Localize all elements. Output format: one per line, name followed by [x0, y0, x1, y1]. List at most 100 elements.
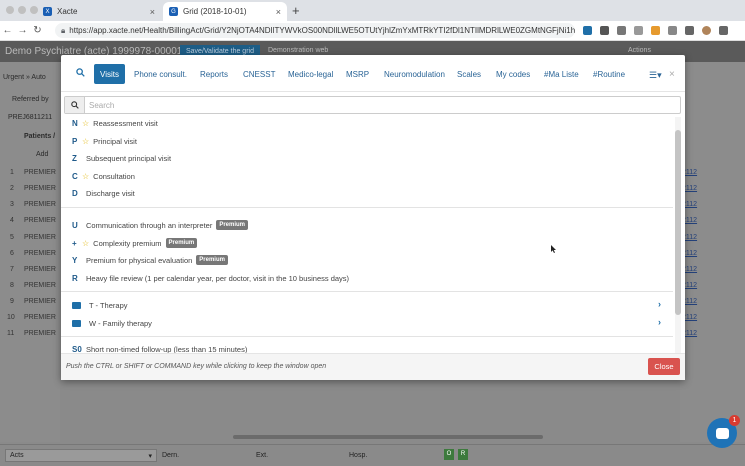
tab-visits[interactable]: Visits	[94, 64, 125, 84]
back-arrow-icon[interactable]: ←	[0, 25, 15, 36]
row-number: 8	[10, 282, 14, 289]
list-item[interactable]: D Discharge visit	[72, 187, 135, 199]
new-tab-icon[interactable]: +	[292, 3, 300, 18]
window-minimize-dot[interactable]	[18, 6, 26, 14]
table-row[interactable]: PREMIER	[24, 266, 56, 273]
search-addon	[65, 97, 85, 113]
table-row[interactable]: PREMIER	[24, 250, 56, 257]
tab-routine[interactable]: #Routine	[587, 64, 631, 84]
list-item[interactable]: U Communication through an interpreter P…	[72, 219, 249, 231]
folder-item-family-therapy[interactable]: W - Family therapy	[72, 317, 152, 329]
extension-icon[interactable]	[617, 26, 626, 35]
profile-avatar[interactable]	[702, 26, 711, 35]
list-item[interactable]: R Heavy file review (1 per calendar year…	[72, 272, 349, 284]
table-row[interactable]: PREMIER	[24, 169, 56, 176]
address-bar[interactable]: 🔒︎ https://app.xacte.net/Health/BillingA…	[55, 23, 575, 38]
table-row[interactable]: PREMIER	[24, 234, 56, 241]
demo-web-link[interactable]: Demonstration web	[268, 47, 328, 54]
extension-icon[interactable]	[583, 26, 592, 35]
add-link[interactable]: Add	[36, 151, 48, 158]
act-code: Z	[72, 153, 77, 163]
search-icon[interactable]	[76, 68, 85, 77]
modal-footer: Push the CTRL or SHIFT or COMMAND key wh…	[61, 353, 685, 380]
star-icon[interactable]: ☆	[82, 119, 89, 128]
table-row[interactable]: PREMIER	[24, 201, 56, 208]
tab-close-icon[interactable]: ×	[276, 7, 281, 17]
tab-ma-liste[interactable]: #Ma Liste	[538, 64, 585, 84]
star-icon[interactable]: ☆	[82, 172, 89, 181]
r-toggle[interactable]: R	[458, 449, 468, 460]
table-row[interactable]: PREMIER	[24, 282, 56, 289]
extension-icon[interactable]	[634, 26, 643, 35]
browser-tab-xacte[interactable]: X Xacte ×	[37, 2, 161, 21]
tab-close-icon[interactable]: ×	[150, 7, 155, 17]
rss-icon[interactable]	[651, 26, 660, 35]
list-item[interactable]: S0 Short non-timed follow-up (less than …	[72, 343, 247, 354]
star-icon[interactable]: ☆	[82, 239, 89, 248]
browser-tab-bar: X Xacte × G Grid (2018-10-01) × +	[0, 0, 745, 21]
mouse-cursor-icon	[551, 245, 556, 253]
act-code: P	[72, 136, 78, 146]
search-icon	[71, 101, 79, 109]
horizontal-scrollbar[interactable]	[233, 435, 543, 439]
table-row[interactable]: PREMIER	[24, 298, 56, 305]
tab-neuromodulation[interactable]: Neuromodulation	[378, 64, 451, 84]
hosp-label: Hosp.	[349, 452, 368, 459]
star-icon[interactable]: ☆	[82, 137, 89, 146]
vertical-scrollbar-thumb[interactable]	[675, 130, 681, 315]
modal-close-icon[interactable]: ×	[669, 69, 675, 80]
table-row[interactable]: PREMIER	[24, 217, 56, 224]
referred-by-link[interactable]: Referred by	[12, 96, 49, 103]
act-label: Communication through an interpreter	[86, 220, 213, 230]
window-close-dot[interactable]	[6, 6, 14, 14]
list-menu-icon[interactable]: ☰▾	[649, 70, 662, 81]
list-item[interactable]: C ☆ Consultation	[72, 170, 135, 182]
extension-icon[interactable]	[668, 26, 677, 35]
act-code: C	[72, 171, 78, 181]
tab-msrp[interactable]: MSRP	[340, 64, 375, 84]
row-number: 10	[7, 314, 15, 321]
caret-down-icon: ▾	[148, 453, 152, 460]
row-number: 9	[10, 298, 14, 305]
act-list: N ☆ Reassessment visit P ☆ Principal vis…	[61, 117, 673, 353]
tab-cnesst[interactable]: CNESST	[237, 64, 281, 84]
menu-dots-icon[interactable]	[719, 26, 728, 35]
close-button[interactable]: Close	[648, 358, 680, 375]
table-row[interactable]: PREMIER	[24, 330, 56, 337]
list-item[interactable]: P ☆ Principal visit	[72, 135, 137, 147]
folder-item-therapy[interactable]: T - Therapy	[72, 299, 128, 311]
acts-select[interactable]: Acts ▾	[5, 449, 157, 462]
row-number: 1	[10, 169, 14, 176]
table-row[interactable]: PREMIER	[24, 185, 56, 192]
row-number: 11	[7, 330, 15, 337]
tab-medico-legal[interactable]: Medico-legal	[282, 64, 339, 84]
act-code: D	[72, 188, 78, 198]
table-row[interactable]: PREMIER	[24, 314, 56, 321]
mail-icon[interactable]	[685, 26, 694, 35]
reload-icon[interactable]: ↻	[30, 25, 45, 36]
actions-menu[interactable]: Actions	[628, 47, 651, 54]
tab-scales[interactable]: Scales	[451, 64, 487, 84]
extension-icons	[583, 26, 728, 35]
tab-reports[interactable]: Reports	[194, 64, 234, 84]
browser-tab-grid[interactable]: G Grid (2018-10-01) ×	[163, 2, 287, 21]
folder-label: W - Family therapy	[89, 318, 152, 328]
search-input[interactable]	[89, 99, 669, 111]
list-item[interactable]: N ☆ Reassessment visit	[72, 117, 158, 129]
left-panel: Urgent » Auto Referred by PREJ6811211 Pa…	[0, 62, 60, 442]
act-code: U	[72, 220, 78, 230]
extension-icon[interactable]	[600, 26, 609, 35]
list-item[interactable]: + ☆ Complexity premium Premium	[72, 237, 198, 249]
window-controls	[6, 6, 38, 14]
grid-favicon-icon: G	[169, 7, 178, 16]
tab-my-codes[interactable]: My codes	[490, 64, 536, 84]
act-code: S0	[72, 344, 82, 354]
list-item[interactable]: Y Premium for physical evaluation Premiu…	[72, 254, 228, 266]
chevron-right-icon[interactable]: ›	[658, 299, 661, 309]
forward-arrow-icon[interactable]: →	[15, 25, 30, 36]
chevron-right-icon[interactable]: ›	[658, 317, 661, 327]
app-footer: Acts ▾ Dern. Ext. Hosp. O R	[0, 444, 745, 466]
o-toggle[interactable]: O	[444, 449, 454, 460]
list-item[interactable]: Z Subsequent principal visit	[72, 152, 171, 164]
tab-phone-consult[interactable]: Phone consult.	[128, 64, 193, 84]
